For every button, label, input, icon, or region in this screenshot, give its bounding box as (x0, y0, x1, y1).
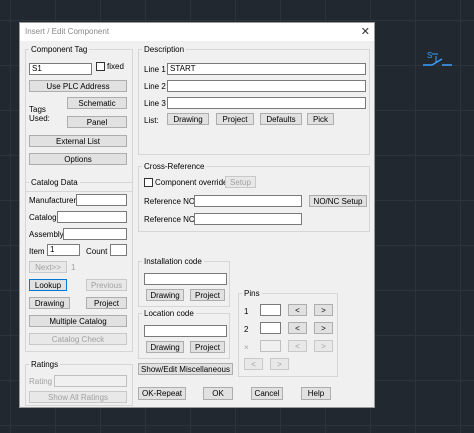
dialog-titlebar[interactable]: Insert / Edit Component ✕ (20, 23, 374, 41)
fixed-label: fixed (107, 62, 124, 71)
pin2-label: 2 (244, 325, 249, 334)
pin2-input[interactable] (260, 322, 281, 334)
component-tag-input[interactable]: S1 (29, 63, 92, 75)
catalog-project-button[interactable]: Project (86, 297, 127, 309)
reference-nc-input[interactable] (194, 213, 302, 225)
installation-project-button[interactable]: Project (190, 289, 225, 301)
catalog-check-button[interactable]: Catalog Check (29, 333, 127, 345)
line1-label: Line 1 (144, 65, 166, 74)
ok-button[interactable]: OK (203, 387, 233, 400)
panel-button[interactable]: Panel (67, 116, 127, 128)
component-tag-label: Component Tag (29, 45, 90, 54)
svg-text:S: S (427, 51, 432, 60)
pin3-label: × (244, 343, 249, 352)
rating-label: Rating (29, 377, 53, 386)
reference-no-label: Reference NO (144, 197, 196, 206)
location-project-button[interactable]: Project (190, 341, 225, 353)
location-drawing-button[interactable]: Drawing (146, 341, 184, 353)
installation-drawing-button[interactable]: Drawing (146, 289, 184, 301)
line2-label: Line 2 (144, 82, 166, 91)
next-button[interactable]: Next>> (29, 261, 67, 273)
cross-reference-label: Cross-Reference (142, 162, 207, 171)
cancel-button[interactable]: Cancel (251, 387, 283, 400)
show-edit-miscellaneous-button[interactable]: Show/Edit Miscellaneous (138, 363, 233, 375)
dialog-title: Insert / Edit Component (25, 27, 110, 36)
location-code-label: Location code (142, 309, 196, 318)
multiple-catalog-button[interactable]: Multiple Catalog (29, 315, 127, 327)
installation-code-input[interactable] (144, 273, 227, 285)
pin3-input[interactable] (260, 340, 281, 352)
description-label: Description (142, 45, 187, 54)
component-override-checkbox[interactable] (144, 178, 153, 187)
help-button[interactable]: Help (301, 387, 331, 400)
manufacturer-input[interactable] (76, 194, 127, 206)
line3-label: Line 3 (144, 99, 166, 108)
line3-input[interactable] (167, 97, 366, 109)
pin3-prev-button[interactable]: < (288, 340, 307, 352)
count-label: Count (86, 247, 108, 256)
pins-label: Pins (242, 289, 262, 298)
pin3-next-button[interactable]: > (314, 340, 333, 352)
description-project-button[interactable]: Project (216, 113, 254, 125)
pin-set-prev-button[interactable]: < (244, 358, 263, 370)
count-input[interactable] (110, 244, 127, 256)
installation-code-label: Installation code (142, 257, 204, 266)
pin1-prev-button[interactable]: < (288, 304, 307, 316)
rating-input[interactable] (54, 375, 127, 387)
description-defaults-button[interactable]: Defaults (260, 113, 302, 125)
line1-input[interactable]: START (167, 63, 366, 75)
assembly-label: Assembly (29, 230, 64, 239)
pin-set-next-button[interactable]: > (270, 358, 289, 370)
ok-repeat-button[interactable]: OK-Repeat (138, 387, 186, 400)
manufacturer-label: Manufacturer (29, 196, 77, 205)
catalog-label: Catalog (29, 213, 57, 222)
insert-edit-component-dialog: Insert / Edit Component ✕ Component Tag … (19, 22, 375, 408)
tags-used-label: Tags Used: (29, 105, 50, 123)
item-input[interactable]: 1 (47, 244, 80, 256)
nonc-setup-button[interactable]: NO/NC Setup (309, 195, 367, 207)
fixed-checkbox[interactable] (96, 62, 105, 71)
location-code-input[interactable] (144, 325, 227, 337)
lookup-button[interactable]: Lookup (29, 279, 67, 291)
use-plc-address-button[interactable]: Use PLC Address (29, 80, 127, 92)
catalog-data-label: Catalog Data (29, 178, 80, 187)
pin1-label: 1 (244, 307, 249, 316)
catalog-input[interactable] (57, 211, 127, 223)
assembly-input[interactable] (63, 228, 127, 240)
component-override-label: Component override (155, 178, 228, 187)
close-icon[interactable]: ✕ (361, 25, 370, 38)
schematic-button[interactable]: Schematic (67, 97, 127, 109)
pin1-next-button[interactable]: > (314, 304, 333, 316)
next-count-value: 1 (71, 263, 76, 272)
external-list-button[interactable]: External List (29, 135, 127, 147)
show-all-ratings-button[interactable]: Show All Ratings (29, 391, 127, 403)
description-drawing-button[interactable]: Drawing (167, 113, 209, 125)
reference-no-input[interactable] (194, 195, 302, 207)
pin1-input[interactable] (260, 304, 281, 316)
setup-button[interactable]: Setup (225, 176, 256, 188)
catalog-drawing-button[interactable]: Drawing (29, 297, 70, 309)
pin2-prev-button[interactable]: < (288, 322, 307, 334)
switch-symbol-icon[interactable]: S (420, 48, 456, 74)
list-label: List: (144, 116, 159, 125)
options-button[interactable]: Options (29, 153, 127, 165)
item-label: Item (29, 247, 45, 256)
line2-input[interactable] (167, 80, 366, 92)
description-pick-button[interactable]: Pick (307, 113, 334, 125)
reference-nc-label: Reference NC (144, 215, 195, 224)
pin2-next-button[interactable]: > (314, 322, 333, 334)
ratings-label: Ratings (29, 360, 61, 369)
previous-button[interactable]: Previous (86, 279, 127, 291)
